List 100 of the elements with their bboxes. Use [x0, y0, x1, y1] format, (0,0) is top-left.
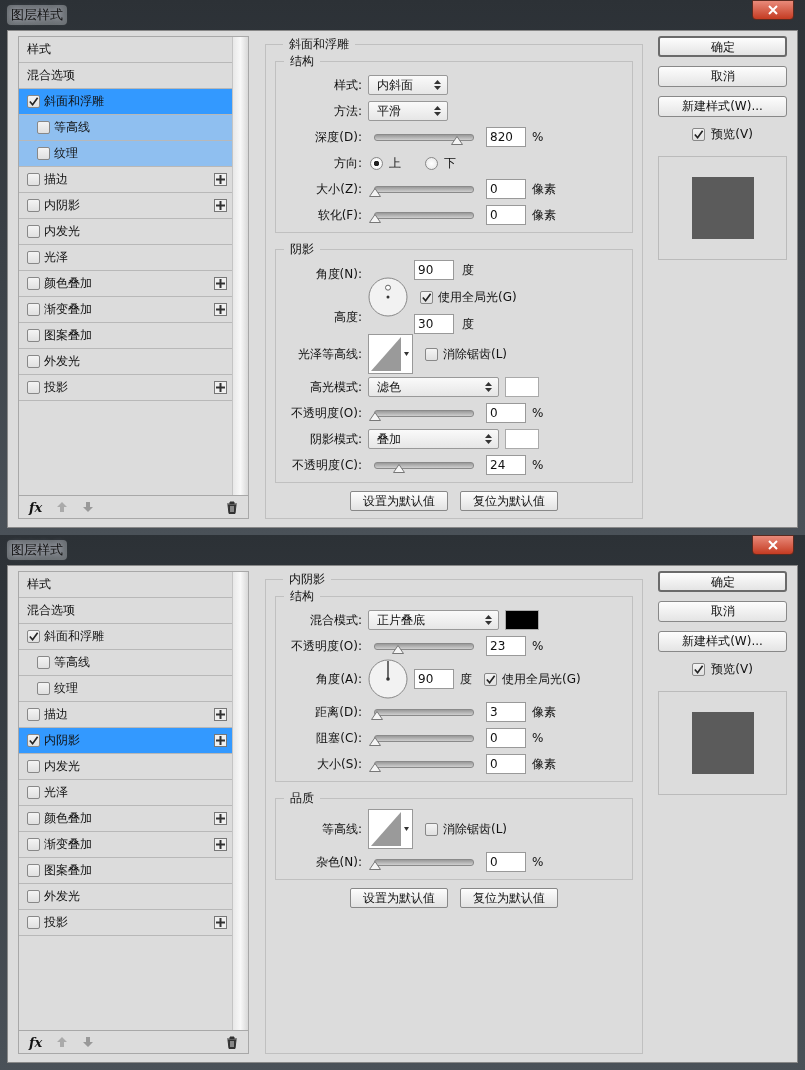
style-list-item[interactable]: 纹理 — [19, 676, 232, 702]
checkbox[interactable] — [27, 225, 40, 238]
contour-picker[interactable] — [368, 334, 413, 374]
add-button[interactable] — [214, 173, 227, 186]
checkbox[interactable] — [27, 734, 40, 747]
checkbox[interactable] — [27, 355, 40, 368]
value-field[interactable]: 0 — [486, 728, 526, 748]
up-arrow-icon[interactable] — [56, 501, 69, 513]
default-button[interactable]: 设置为默认值 — [350, 888, 449, 908]
checkbox[interactable] — [692, 128, 706, 141]
angle-dial[interactable] — [368, 277, 408, 317]
style-list-item[interactable]: 光泽 — [19, 245, 232, 271]
default-button[interactable]: 设置为默认值 — [350, 491, 449, 511]
checkbox[interactable] — [425, 347, 438, 361]
style-list-item[interactable]: 图案叠加 — [19, 858, 232, 884]
style-list-item[interactable]: 描边 — [19, 167, 232, 193]
dialog-button[interactable]: 取消 — [658, 601, 787, 622]
style-list-item[interactable]: 等高线 — [19, 650, 232, 676]
close-button[interactable] — [752, 0, 794, 20]
style-list-item[interactable]: 外发光 — [19, 884, 232, 910]
contour-picker[interactable] — [368, 809, 413, 849]
slider-thumb[interactable] — [369, 762, 381, 772]
checkbox[interactable] — [692, 663, 706, 676]
style-list-item[interactable]: 外发光 — [19, 349, 232, 375]
style-list-item[interactable]: 内阴影 — [19, 728, 232, 754]
add-button[interactable] — [214, 277, 227, 290]
color-swatch[interactable] — [505, 610, 539, 630]
scrollbar[interactable] — [232, 572, 248, 1030]
checkbox[interactable] — [27, 199, 40, 212]
dialog-button[interactable]: 确定 — [658, 36, 787, 57]
color-swatch[interactable] — [505, 429, 539, 449]
dialog-button[interactable]: 新建样式(W)... — [658, 631, 787, 652]
dropdown[interactable]: 滤色 — [368, 377, 499, 397]
slider-thumb[interactable] — [392, 463, 405, 473]
checkbox[interactable] — [27, 329, 40, 342]
checkbox[interactable] — [27, 381, 40, 394]
style-list-item[interactable]: 光泽 — [19, 780, 232, 806]
checkbox[interactable] — [425, 822, 438, 836]
checkbox[interactable] — [27, 630, 40, 643]
style-list-item[interactable]: 纹理 — [19, 141, 232, 167]
value-field[interactable]: 23 — [486, 636, 526, 656]
style-list-item[interactable]: 颜色叠加 — [19, 271, 232, 297]
style-list-item[interactable]: 图案叠加 — [19, 323, 232, 349]
dropdown[interactable]: 叠加 — [368, 429, 499, 449]
close-button[interactable] — [752, 535, 794, 555]
checkbox[interactable] — [27, 277, 40, 290]
value-field[interactable]: 0 — [486, 205, 526, 225]
add-button[interactable] — [214, 734, 227, 747]
value-field[interactable]: 0 — [486, 852, 526, 872]
checkbox[interactable] — [27, 760, 40, 773]
checkbox[interactable] — [27, 251, 40, 264]
slider-thumb[interactable] — [369, 736, 381, 746]
style-list-item[interactable]: 投影 — [19, 375, 232, 401]
value-field[interactable]: 90 — [414, 260, 454, 280]
dropdown[interactable]: 内斜面 — [368, 75, 448, 95]
down-arrow-icon[interactable] — [82, 501, 95, 513]
scrollbar[interactable] — [232, 37, 248, 495]
checkbox[interactable] — [37, 656, 50, 669]
checkbox[interactable] — [37, 682, 50, 695]
checkbox[interactable] — [37, 121, 50, 134]
slider-thumb[interactable] — [391, 644, 404, 654]
slider-thumb[interactable] — [370, 710, 383, 720]
checkbox[interactable] — [27, 708, 40, 721]
checkbox[interactable] — [27, 916, 40, 929]
checkbox[interactable] — [27, 173, 40, 186]
up-arrow-icon[interactable] — [56, 1036, 69, 1048]
checkbox[interactable] — [420, 290, 433, 304]
value-field[interactable]: 24 — [486, 455, 526, 475]
add-button[interactable] — [214, 916, 227, 929]
dropdown[interactable]: 平滑 — [368, 101, 448, 121]
value-field[interactable]: 0 — [486, 754, 526, 774]
add-button[interactable] — [214, 708, 227, 721]
default-button[interactable]: 复位为默认值 — [460, 888, 559, 908]
checkbox[interactable] — [27, 864, 40, 877]
add-button[interactable] — [214, 381, 227, 394]
checkbox[interactable] — [27, 812, 40, 825]
down-arrow-icon[interactable] — [82, 1036, 95, 1048]
style-list-item[interactable]: 内阴影 — [19, 193, 232, 219]
slider-thumb[interactable] — [369, 411, 381, 421]
trash-icon[interactable] — [226, 1035, 238, 1049]
add-button[interactable] — [214, 812, 227, 825]
checkbox[interactable] — [27, 838, 40, 851]
slider-thumb[interactable] — [451, 135, 464, 145]
slider-thumb[interactable] — [369, 213, 381, 223]
value-field[interactable]: 0 — [486, 403, 526, 423]
style-list-item[interactable]: 投影 — [19, 910, 232, 936]
dialog-button[interactable]: 取消 — [658, 66, 787, 87]
add-button[interactable] — [214, 838, 227, 851]
radio-button[interactable] — [370, 156, 383, 170]
checkbox[interactable] — [27, 890, 40, 903]
style-list-item[interactable]: 等高线 — [19, 115, 232, 141]
angle-dial[interactable] — [368, 659, 408, 699]
value-field[interactable]: 3 — [486, 702, 526, 722]
checkbox[interactable] — [27, 786, 40, 799]
dropdown[interactable]: 正片叠底 — [368, 610, 499, 630]
checkbox[interactable] — [27, 303, 40, 316]
style-list-item[interactable]: 斜面和浮雕 — [19, 89, 232, 115]
dialog-button[interactable]: 确定 — [658, 571, 787, 592]
style-list-item[interactable]: 颜色叠加 — [19, 806, 232, 832]
style-list-item[interactable]: 内发光 — [19, 219, 232, 245]
